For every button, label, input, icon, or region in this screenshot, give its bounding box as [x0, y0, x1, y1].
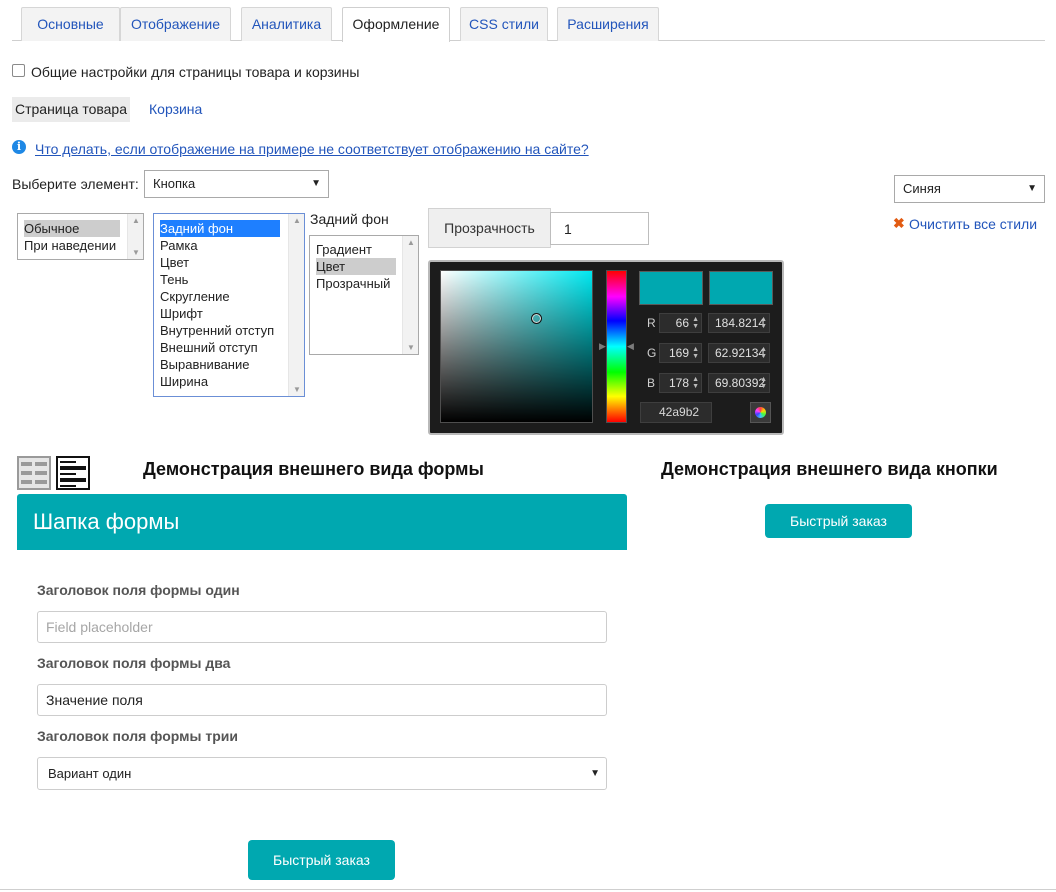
tab-main[interactable]: Основные [21, 7, 120, 41]
demo-button-title: Демонстрация внешнего вида кнопки [661, 459, 998, 479]
list-view-icon[interactable] [56, 456, 90, 490]
b-value: 178 [668, 376, 689, 390]
spin-icon[interactable]: ▲ ▼ [692, 316, 699, 330]
state-scrollbar[interactable]: ▲ ▼ [127, 214, 143, 259]
scroll-up-icon[interactable]: ▲ [132, 216, 140, 225]
element-select-label: Выберите элемент: [12, 176, 139, 192]
field2-input[interactable]: Значение поля [37, 684, 607, 716]
r-value: 66 [675, 316, 689, 330]
b-field[interactable]: 178 ▲ ▼ [659, 373, 702, 393]
subtab-cart[interactable]: Корзина [149, 97, 202, 122]
brightness-field[interactable]: 69.80392 ▲ ▼ [708, 373, 770, 393]
g-field[interactable]: 169 ▲ ▼ [659, 343, 702, 363]
fill-item-color[interactable]: Цвет [316, 258, 396, 275]
property-item[interactable]: Рамка [160, 237, 198, 254]
state-listbox[interactable]: Обычное При наведении ▲ ▼ [17, 213, 144, 260]
grid-view-icon[interactable] [17, 456, 51, 490]
r-field[interactable]: 66 ▲ ▼ [659, 313, 702, 333]
property-scrollbar[interactable]: ▲ ▼ [288, 214, 304, 396]
help-link[interactable]: Что делать, если отображение на примере … [35, 141, 589, 157]
state-item-normal[interactable]: Обычное [24, 220, 120, 237]
h-value: 184.8214 [715, 316, 766, 330]
saturation-value-area[interactable] [440, 270, 593, 423]
s-value: 62.92134 [715, 346, 766, 360]
opacity-label: Прозрачность [428, 208, 551, 248]
hex-input[interactable]: 42a9b2 [640, 402, 712, 423]
property-item[interactable]: Внешний отступ [160, 339, 258, 356]
field1-label: Заголовок поля формы один [37, 582, 240, 598]
tab-css-styles[interactable]: CSS стили [460, 7, 548, 41]
property-item[interactable]: Выравнивание [160, 356, 249, 373]
property-item[interactable]: Задний фон [160, 220, 280, 237]
theme-select-value: Синяя [903, 181, 941, 196]
property-item[interactable]: Скругление [160, 288, 230, 305]
property-item[interactable]: Тень [160, 271, 188, 288]
spin-icon[interactable]: ▲ ▼ [692, 376, 699, 390]
field2-label: Заголовок поля формы два [37, 655, 231, 671]
color-cursor[interactable] [531, 313, 542, 324]
spin-icon[interactable]: ▲ ▼ [760, 346, 767, 360]
current-color-swatch[interactable] [709, 271, 773, 305]
element-select[interactable]: Кнопка ▼ [144, 170, 329, 198]
theme-select[interactable]: Синяя ▼ [894, 175, 1045, 203]
bottom-divider [0, 889, 1056, 890]
scroll-up-icon[interactable]: ▲ [293, 216, 301, 225]
spin-icon[interactable]: ▲ ▼ [760, 316, 767, 330]
fill-item-transparent[interactable]: Прозрачный [316, 275, 390, 292]
new-color-swatch [639, 271, 703, 305]
scroll-down-icon[interactable]: ▼ [132, 248, 140, 257]
s-field[interactable]: 62.92134 ▲ ▼ [708, 343, 770, 363]
demo-form-title: Демонстрация внешнего вида формы [143, 459, 484, 479]
clear-icon[interactable]: ✖ [893, 215, 905, 232]
chevron-down-icon: ▼ [311, 178, 321, 189]
subtab-product-page[interactable]: Страница товара [12, 97, 130, 122]
fill-item-gradient[interactable]: Градиент [316, 241, 372, 258]
r-label: R [647, 316, 656, 330]
scroll-down-icon[interactable]: ▼ [293, 385, 301, 394]
property-item[interactable]: Ширина [160, 373, 208, 390]
field3-value: Вариант один [48, 766, 132, 781]
b-label: B [647, 376, 656, 390]
common-settings-label: Общие настройки для страницы товара и ко… [31, 64, 360, 80]
spin-icon[interactable]: ▲ ▼ [760, 376, 767, 390]
color-wheel-icon[interactable] [750, 402, 771, 423]
chevron-down-icon: ▼ [590, 768, 600, 779]
common-settings-checkbox[interactable] [12, 64, 25, 77]
form-submit-button[interactable]: Быстрый заказ [248, 840, 395, 880]
hue-slider[interactable] [606, 270, 627, 423]
tab-design[interactable]: Оформление [342, 7, 450, 42]
fill-scrollbar[interactable]: ▲ ▼ [402, 236, 418, 354]
clear-styles-link[interactable]: Очистить все стили [909, 216, 1037, 232]
fill-type-listbox[interactable]: Градиент Цвет Прозрачный ▲ ▼ [309, 235, 419, 355]
property-item[interactable]: Внутренний отступ [160, 322, 274, 339]
opacity-input[interactable]: 1 [550, 212, 649, 245]
state-item-hover[interactable]: При наведении [24, 237, 116, 254]
field3-label: Заголовок поля формы трии [37, 728, 238, 744]
property-title: Задний фон [310, 211, 389, 227]
field3-select[interactable]: Вариант один ▼ [37, 757, 607, 790]
tab-bar: Основные Отображение Аналитика Оформлени… [12, 7, 1045, 42]
scroll-up-icon[interactable]: ▲ [407, 238, 415, 247]
scroll-down-icon[interactable]: ▼ [407, 343, 415, 352]
tab-extensions[interactable]: Расширения [557, 7, 659, 41]
demo-quick-order-button[interactable]: Быстрый заказ [765, 504, 912, 538]
h-field[interactable]: 184.8214 ▲ ▼ [708, 313, 770, 333]
field1-input[interactable]: Field placeholder [37, 611, 607, 643]
form-header: Шапка формы [17, 494, 627, 550]
g-label: G [647, 346, 657, 360]
chevron-down-icon: ▼ [1027, 183, 1037, 194]
hue-pointer-right-icon: ◀ [627, 341, 634, 351]
property-item[interactable]: Шрифт [160, 305, 203, 322]
info-icon: i [12, 140, 26, 154]
property-item[interactable]: Цвет [160, 254, 189, 271]
g-value: 169 [668, 346, 689, 360]
brightness-value: 69.80392 [715, 376, 766, 390]
property-listbox[interactable]: Задний фон Рамка Цвет Тень Скругление Шр… [153, 213, 305, 397]
tab-display[interactable]: Отображение [120, 7, 231, 41]
spin-icon[interactable]: ▲ ▼ [692, 346, 699, 360]
tab-analytics[interactable]: Аналитика [241, 7, 332, 41]
hue-pointer-left-icon: ▶ [599, 341, 606, 351]
element-select-value: Кнопка [153, 176, 196, 191]
